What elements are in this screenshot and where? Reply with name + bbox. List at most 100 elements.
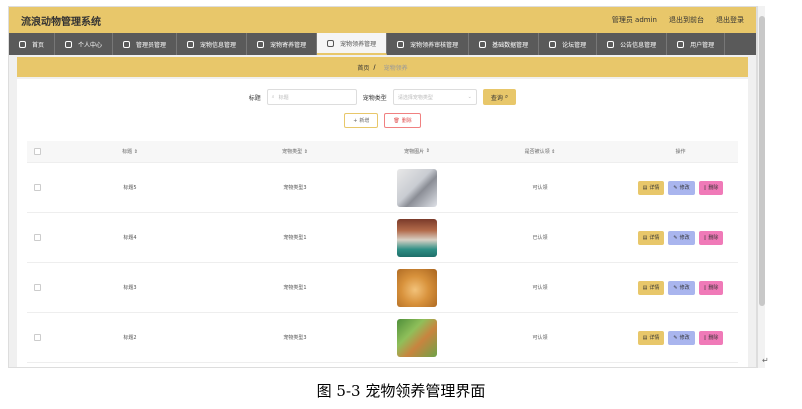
cell-status: 可认领 — [532, 185, 548, 191]
detail-icon: ▤ — [642, 334, 648, 341]
cell-type: 宠物类型3 — [283, 335, 307, 341]
list-icon — [123, 40, 131, 48]
scrollbar-thumb[interactable] — [759, 16, 765, 306]
trash-icon: 🗑 — [393, 117, 400, 124]
nav-item-admin[interactable]: 管理员管理 — [113, 33, 178, 55]
list-icon — [187, 40, 195, 48]
table-row: 标题5 宠物类型3 可认领 ▤ 详情 ✎ 修改 ▯ 删除 — [27, 163, 738, 213]
detail-icon: ▤ — [642, 184, 648, 191]
search-button[interactable]: 查询 ⌕ — [482, 89, 517, 105]
pet-image-dog-golden — [397, 268, 437, 307]
search-icon: ⌕ — [271, 94, 275, 100]
title-search-input[interactable]: ⌕ 标题 — [266, 89, 357, 105]
user-icon — [397, 40, 405, 48]
edit-button[interactable]: ✎ 修改 — [668, 230, 695, 245]
nav-item-users[interactable]: 用户管理 — [667, 33, 726, 55]
row-checkbox[interactable] — [33, 334, 41, 341]
pet-image-cat-white — [397, 168, 437, 207]
col-type[interactable]: 宠物类型 ⇕ — [213, 148, 377, 155]
app-title: 流浪动物管理系统 — [21, 16, 101, 28]
nav-item-home[interactable]: 首页 — [9, 33, 56, 55]
select-all-checkbox[interactable] — [33, 148, 41, 155]
row-checkbox[interactable] — [33, 284, 41, 291]
nav-item-profile[interactable]: 个人中心 — [55, 33, 114, 55]
adoption-table: 标题 ⇕ 宠物类型 ⇕ 宠物图片 ⇕ 是否被认领 ⇕ 操作 标题5 宠物类型3 … — [27, 141, 738, 363]
list-icon — [677, 40, 685, 48]
paragraph-mark: ↵ — [762, 356, 769, 365]
user-icon — [65, 40, 73, 48]
cell-title: 标题2 — [123, 335, 137, 341]
breadcrumb: 首页 / 宠物领养 — [17, 57, 748, 77]
delete-button[interactable]: ▯ 删除 — [698, 330, 724, 345]
detail-icon: ▤ — [642, 234, 648, 241]
cell-status: 已认领 — [532, 235, 548, 241]
detail-button[interactable]: ▤ 详情 — [637, 330, 665, 345]
nav-item-foster[interactable]: 宠物寄养管理 — [247, 33, 318, 55]
nav-item-pet-info[interactable]: 宠物信息管理 — [177, 33, 248, 55]
chevron-down-icon: ⌄ — [467, 94, 472, 100]
edit-button[interactable]: ✎ 修改 — [668, 330, 695, 345]
edit-icon: ✎ — [673, 184, 678, 191]
detail-button[interactable]: ▤ 详情 — [637, 230, 665, 245]
browser-frame: 流浪动物管理系统 管理员 admin 退出到前台 退出登录 首页 个人中心 管理… — [8, 6, 757, 368]
row-checkbox[interactable] — [33, 234, 41, 241]
col-title[interactable]: 标题 ⇕ — [47, 148, 213, 155]
home-icon — [19, 40, 26, 48]
cell-status: 可认领 — [532, 335, 548, 341]
table-actions: + 新增 🗑 删除 — [17, 113, 748, 128]
table-row: 标题4 宠物类型1 已认领 ▤ 详情 ✎ 修改 ▯ 删除 — [27, 213, 738, 263]
nav-item-forum[interactable]: 论坛管理 — [539, 33, 598, 55]
trash-icon: ▯ — [703, 234, 707, 241]
pet-type-select[interactable]: 请选择宠物类型 ⌄ — [392, 89, 477, 105]
edit-button[interactable]: ✎ 修改 — [668, 180, 695, 195]
batch-delete-button[interactable]: 🗑 删除 — [384, 113, 421, 128]
trash-icon: ▯ — [703, 184, 707, 191]
cell-title: 标题3 — [123, 285, 137, 291]
cell-status: 可认领 — [532, 285, 548, 291]
page-scrollbar[interactable] — [757, 6, 765, 368]
plus-icon: + — [353, 117, 358, 124]
col-image[interactable]: 宠物图片 ⇕ — [377, 148, 457, 155]
table-row: 标题3 宠物类型1 可认领 ▤ 详情 ✎ 修改 ▯ 删除 — [27, 263, 738, 313]
col-actions: 操作 — [675, 149, 686, 155]
delete-button[interactable]: ▯ 删除 — [698, 180, 724, 195]
logout-link[interactable]: 退出登录 — [716, 15, 744, 25]
cell-type: 宠物类型1 — [283, 285, 307, 291]
table-header: 标题 ⇕ 宠物类型 ⇕ 宠物图片 ⇕ 是否被认领 ⇕ 操作 — [27, 141, 738, 163]
list-icon — [479, 40, 487, 48]
row-checkbox[interactable] — [33, 184, 41, 191]
cell-type: 宠物类型1 — [283, 235, 307, 241]
pet-image-dog-green — [397, 318, 437, 357]
main-panel: 标题 ⌕ 标题 宠物类型 请选择宠物类型 ⌄ 查询 ⌕ + 新增 🗑 删除 标题 ⇕ — [17, 79, 748, 367]
trash-icon: ▯ — [703, 334, 707, 341]
col-status[interactable]: 是否被认领 ⇕ — [457, 148, 623, 155]
type-label: 宠物类型 — [362, 94, 387, 102]
nav-item-basic-data[interactable]: 基础数据管理 — [469, 33, 540, 55]
nav-item-notice[interactable]: 公告信息管理 — [597, 33, 668, 55]
delete-button[interactable]: ▯ 删除 — [698, 280, 724, 295]
cell-type: 宠物类型3 — [283, 185, 307, 191]
detail-button[interactable]: ▤ 详情 — [637, 180, 665, 195]
list-icon — [549, 40, 557, 48]
search-bar: 标题 ⌕ 标题 宠物类型 请选择宠物类型 ⌄ 查询 ⌕ — [17, 89, 748, 105]
edit-button[interactable]: ✎ 修改 — [668, 280, 695, 295]
nav-item-adoption-review[interactable]: 宠物领养审核管理 — [387, 33, 470, 55]
breadcrumb-home[interactable]: 首页 — [357, 63, 369, 72]
cell-title: 标题4 — [123, 235, 137, 241]
title-label: 标题 — [248, 94, 261, 102]
cell-title: 标题5 — [123, 185, 137, 191]
edit-icon: ✎ — [673, 334, 678, 341]
header-links: 管理员 admin 退出到前台 退出登录 — [612, 15, 744, 25]
detail-button[interactable]: ▤ 详情 — [637, 280, 665, 295]
add-button[interactable]: + 新增 — [344, 113, 379, 128]
figure-caption: 图 5-3 宠物领养管理界面 — [316, 382, 486, 400]
admin-label: 管理员 admin — [611, 16, 657, 24]
nav-item-adoption[interactable]: 宠物领养管理 — [317, 33, 388, 55]
back-to-front-link[interactable]: 退出到前台 — [669, 15, 704, 25]
breadcrumb-separator: / — [373, 63, 376, 71]
list-icon — [607, 40, 615, 48]
detail-icon: ▤ — [642, 284, 648, 291]
list-icon — [257, 40, 265, 48]
list-icon — [327, 39, 335, 47]
delete-button[interactable]: ▯ 删除 — [698, 230, 724, 245]
